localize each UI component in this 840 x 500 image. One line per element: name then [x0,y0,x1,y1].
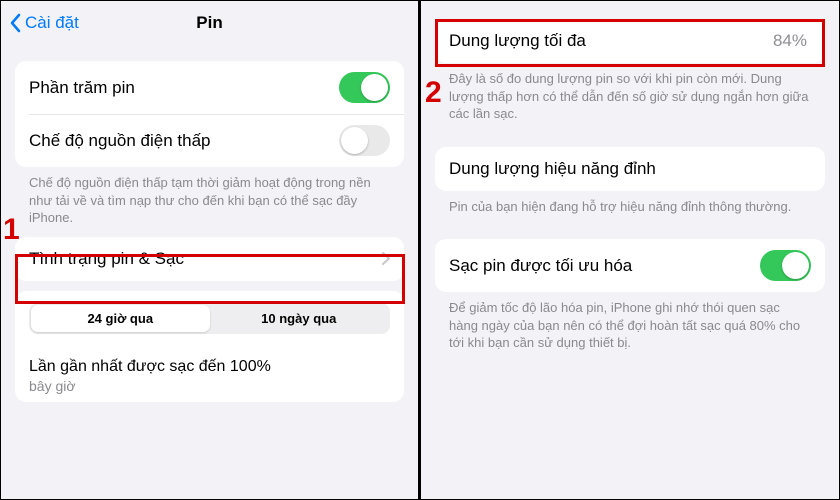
max-capacity-description: Đây là số đo dung lượng pin so với khi p… [435,63,825,123]
chevron-right-icon [382,252,390,265]
battery-percentage-toggle[interactable] [339,72,390,103]
max-capacity-row: Dung lượng tối đa 84% [435,19,825,63]
peak-performance-row: Dung lượng hiệu năng đỉnh [435,147,825,191]
low-power-mode-toggle[interactable] [339,125,390,156]
back-label: Cài đặt [25,13,79,33]
back-button[interactable]: Cài đặt [9,13,79,33]
settings-battery-pane: Cài đặt Pin Phần trăm pin Chế độ nguồn đ… [1,1,420,499]
battery-health-group: Tình trạng pin & Sạc [15,237,404,281]
battery-percentage-label: Phần trăm pin [29,78,339,98]
segment-24h[interactable]: 24 giờ qua [31,305,210,332]
chevron-left-icon [9,13,21,33]
time-range-segmented[interactable]: 24 giờ qua 10 ngày qua [29,303,390,334]
max-capacity-label: Dung lượng tối đa [449,31,773,51]
optimized-charging-toggle[interactable] [760,250,811,281]
low-power-description: Chế độ nguồn điện thấp tạm thời giảm hoạ… [15,167,404,227]
callout-number-1: 1 [3,213,20,247]
content-area: Dung lượng tối đa 84% Đây là số đo dung … [421,19,839,352]
low-power-mode-row[interactable]: Chế độ nguồn điện thấp [15,114,404,167]
last-charge-time: bây giờ [15,378,404,394]
last-charge-title: Lần gần nhất được sạc đến 100% [15,344,404,378]
optimized-charging-row[interactable]: Sạc pin được tối ưu hóa [435,239,825,292]
segment-10d[interactable]: 10 ngày qua [210,305,389,332]
callout-number-2: 2 [425,76,442,110]
nav-bar: Cài đặt Pin [1,1,418,45]
max-capacity-value: 84% [773,31,811,51]
battery-health-pane: Dung lượng tối đa 84% Đây là số đo dung … [420,1,839,499]
peak-performance-label: Dung lượng hiệu năng đỉnh [449,159,811,179]
battery-history-card: 24 giờ qua 10 ngày qua Lần gần nhất được… [15,291,404,402]
low-power-mode-label: Chế độ nguồn điện thấp [29,131,339,151]
peak-performance-group: Dung lượng hiệu năng đỉnh [435,147,825,191]
peak-performance-description: Pin của bạn hiện đang hỗ trợ hiệu năng đ… [435,191,825,216]
optimized-charging-group: Sạc pin được tối ưu hóa [435,239,825,292]
battery-percentage-row[interactable]: Phần trăm pin [15,61,404,114]
max-capacity-group: Dung lượng tối đa 84% [435,19,825,63]
battery-health-row[interactable]: Tình trạng pin & Sạc [15,237,404,281]
battery-health-label: Tình trạng pin & Sạc [29,249,376,269]
optimized-charging-label: Sạc pin được tối ưu hóa [449,256,760,276]
optimized-charging-description: Để giảm tốc độ lão hóa pin, iPhone ghi n… [435,292,825,352]
battery-toggles-group: Phần trăm pin Chế độ nguồn điện thấp [15,61,404,167]
content-area: Phần trăm pin Chế độ nguồn điện thấp Chế… [1,45,418,402]
